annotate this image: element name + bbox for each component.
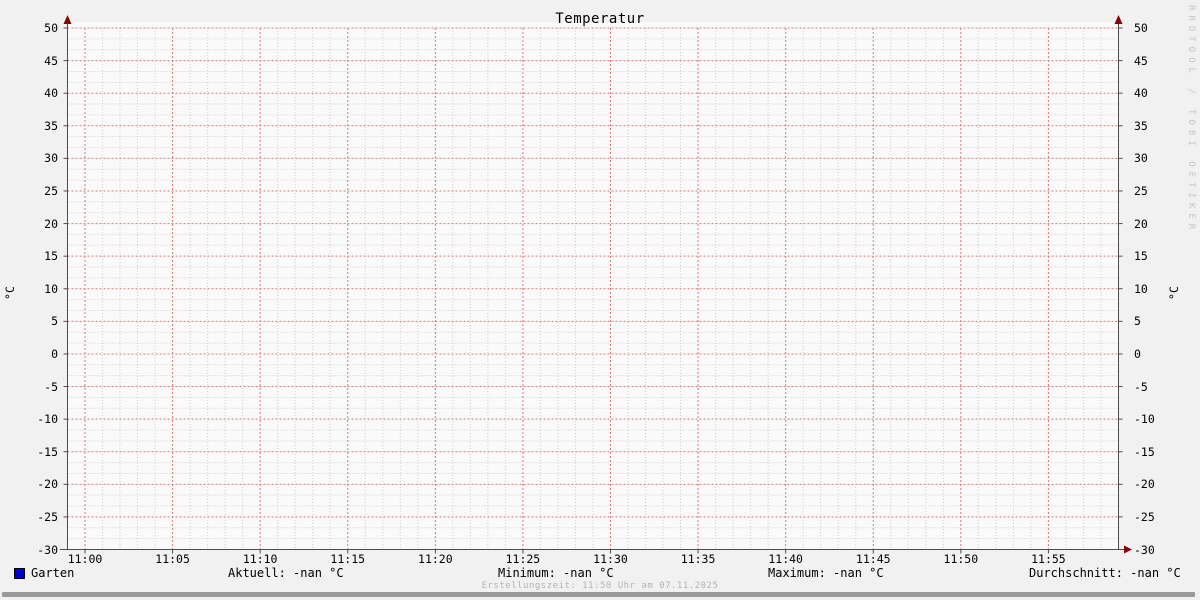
creation-timestamp: Erstellungszeit: 11:50 Uhr am 07.11.2025	[481, 581, 719, 591]
y-axis-tick-label-left: 10	[44, 281, 58, 296]
y-axis-tick-label-right: 10	[1134, 281, 1148, 296]
y-axis-tick-label-right: -10	[1134, 412, 1155, 427]
legend-stat-durchschnitt: Durchschnitt: -nan °C	[1029, 566, 1181, 580]
legend-series-label: Garten	[31, 566, 75, 580]
x-axis-tick-label: 11:55	[1031, 552, 1066, 566]
x-axis-tick-label: 11:25	[505, 552, 541, 566]
y-axis-tick-label-right: 45	[1134, 53, 1148, 68]
x-axis-tick-label: 11:15	[330, 552, 366, 566]
legend-stat-aktuell: Aktuell: -nan °C	[228, 566, 344, 580]
y-axis-unit-left: °C	[3, 286, 17, 300]
x-axis-tick-label: 11:00	[67, 552, 103, 566]
y-axis-tick-label-left: -30	[37, 542, 58, 557]
y-axis-tick-label-left: 20	[44, 216, 58, 231]
y-axis-tick-label-right: -5	[1134, 379, 1148, 394]
horizontal-scrollbar[interactable]	[2, 592, 1195, 597]
y-axis-tick-label-right: -25	[1134, 509, 1155, 524]
legend-color-swatch	[14, 568, 25, 579]
y-axis-tick-label-right: 0	[1134, 346, 1141, 361]
y-axis-tick-label-left: -10	[37, 412, 58, 427]
x-axis-tick-label: 11:30	[593, 552, 628, 566]
y-axis-tick-label-left: 35	[44, 118, 58, 133]
rrdtool-graph: Temperatur °C °C RRDTOOL / TOBI OETIKER …	[0, 0, 1200, 600]
y-axis-tick-label-left: 25	[44, 183, 58, 198]
legend-stat-minimum: Minimum: -nan °C	[498, 566, 614, 580]
y-axis-tick-label-left: 40	[44, 86, 58, 101]
y-axis-tick-label-left: 50	[44, 21, 58, 35]
y-axis-tick-label-right: 15	[1134, 249, 1148, 264]
rrdtool-watermark: RRDTOOL / TOBI OETIKER	[1186, 5, 1196, 235]
y-axis-tick-label-right: 50	[1134, 21, 1148, 35]
legend-stat-maximum: Maximum: -nan °C	[768, 566, 884, 580]
y-axis-tick-label-left: 0	[51, 346, 58, 361]
y-axis-tick-label-left: -15	[37, 444, 58, 459]
y-axis-tick-label-left: 30	[44, 151, 58, 166]
x-axis-tick-label: 11:40	[768, 552, 803, 566]
y-axis-tick-label-right: 35	[1134, 118, 1148, 133]
y-axis-tick-label-right: 40	[1134, 86, 1148, 101]
x-axis-tick-label: 11:05	[155, 552, 190, 566]
x-axis-tick-label: 11:20	[418, 552, 453, 566]
chart-plot-area	[60, 15, 1132, 554]
y-axis-tick-label-right: 30	[1134, 151, 1148, 166]
y-axis-tick-label-left: 5	[51, 314, 58, 329]
x-axis-tick-label: 11:50	[943, 552, 979, 566]
y-axis-tick-label-right: -20	[1134, 477, 1155, 492]
x-axis-tick-label: 11:10	[242, 552, 278, 566]
y-axis-tick-label-right: -30	[1134, 542, 1155, 557]
y-axis-tick-label-left: -20	[37, 477, 58, 492]
y-axis-tick-label-left: 15	[44, 249, 58, 264]
y-axis-tick-label-left: 45	[44, 53, 58, 68]
y-axis-tick-label-right: 25	[1134, 183, 1148, 198]
y-axis-tick-label-right: -15	[1134, 444, 1155, 459]
y-axis-tick-label-left: -5	[44, 379, 58, 394]
y-axis-tick-label-right: 20	[1134, 216, 1148, 231]
y-axis-tick-label-right: 5	[1134, 314, 1141, 329]
y-axis-tick-label-left: -25	[37, 509, 58, 524]
chart-title: Temperatur	[555, 11, 645, 27]
x-axis-tick-label: 11:35	[680, 552, 716, 566]
x-axis-tick-label: 11:45	[855, 552, 891, 566]
x-axis-arrow	[1124, 545, 1132, 554]
